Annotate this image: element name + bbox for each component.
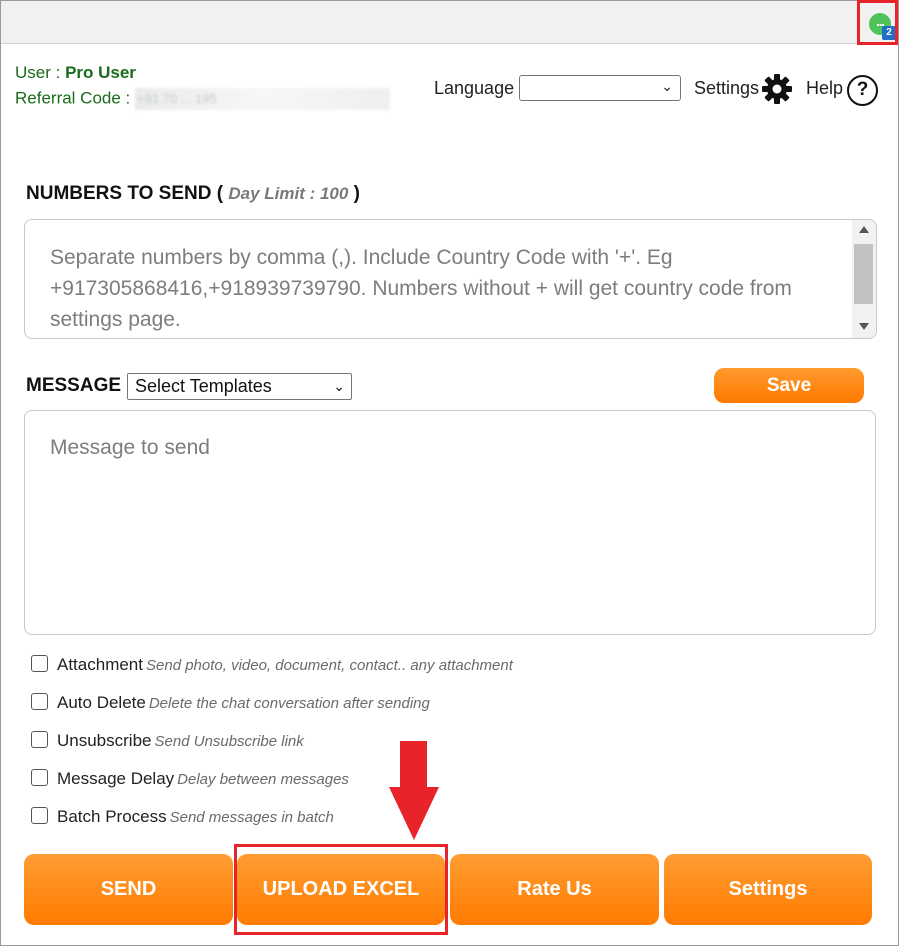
option-message-delay[interactable]: Message Delay Delay between messages (31, 769, 349, 789)
annotation-arrow-shaft (400, 741, 427, 789)
chevron-down-icon: ⌄ (661, 78, 673, 94)
numbers-textarea[interactable]: Separate numbers by comma (,). Include C… (24, 219, 877, 339)
save-button[interactable]: Save (714, 368, 864, 403)
help-icon[interactable]: ? (847, 75, 878, 106)
message-title: MESSAGE (26, 375, 122, 396)
chevron-down-icon: ⌄ (333, 378, 345, 394)
day-limit: Day Limit : 100 (228, 184, 349, 203)
option-description: Send messages in batch (169, 809, 334, 826)
numbers-title: NUMBERS TO SEND ( Day Limit : 100 ) (26, 183, 360, 205)
option-label: Batch Process (57, 807, 167, 826)
annotation-arrow-down-icon (389, 787, 439, 840)
attachment-checkbox[interactable] (31, 655, 48, 672)
option-label: Auto Delete (57, 693, 146, 712)
user-line: User : Pro User (15, 63, 136, 83)
referral-code: +91 70 ... 195 (135, 88, 390, 110)
send-button[interactable]: SEND (24, 854, 233, 925)
numbers-close-paren: ) (348, 183, 360, 204)
referral-label: Referral Code : (15, 88, 135, 108)
option-unsubscribe[interactable]: Unsubscribe Send Unsubscribe link (31, 731, 304, 751)
scroll-up-arrow-icon[interactable] (859, 226, 869, 233)
option-label: Message Delay (57, 769, 175, 788)
message-placeholder: Message to send (50, 436, 210, 459)
template-select[interactable]: Select Templates ⌄ (127, 373, 352, 400)
option-description: Send photo, video, document, contact.. a… (146, 657, 513, 674)
batch-process-checkbox[interactable] (31, 807, 48, 824)
browser-toolbar (1, 1, 898, 44)
referral-line: Referral Code : +91 70 ... 195 (15, 88, 390, 110)
scroll-down-arrow-icon[interactable] (859, 323, 869, 330)
option-description: Delay between messages (177, 771, 349, 788)
template-select-value: Select Templates (135, 376, 272, 396)
numbers-open-paren: ( (211, 183, 229, 204)
settings-button[interactable]: Settings (664, 854, 872, 925)
user-label: User : (15, 63, 66, 82)
auto-delete-checkbox[interactable] (31, 693, 48, 710)
user-value: Pro User (65, 63, 136, 82)
numbers-placeholder: Separate numbers by comma (,). Include C… (50, 246, 792, 331)
option-label: Unsubscribe (57, 731, 152, 750)
language-select[interactable]: ⌄ (519, 75, 681, 101)
unsubscribe-checkbox[interactable] (31, 731, 48, 748)
option-auto-delete[interactable]: Auto Delete Delete the chat conversation … (31, 693, 430, 713)
option-attachment[interactable]: Attachment Send photo, video, document, c… (31, 655, 513, 675)
numbers-title-text: NUMBERS TO SEND (26, 183, 212, 204)
scroll-thumb[interactable] (854, 244, 873, 304)
numbers-scrollbar[interactable] (852, 220, 876, 338)
upload-excel-highlight-box (234, 844, 448, 935)
extension-highlight-box (857, 0, 898, 45)
help-link-label[interactable]: Help (806, 78, 843, 99)
message-textarea[interactable]: Message to send (24, 410, 876, 635)
option-description: Delete the chat conversation after sendi… (148, 695, 430, 712)
language-label: Language (434, 78, 515, 98)
message-delay-checkbox[interactable] (31, 769, 48, 786)
option-batch-process[interactable]: Batch Process Send messages in batch (31, 807, 334, 827)
gear-icon[interactable] (761, 73, 793, 105)
option-label: Attachment (57, 655, 143, 674)
option-description: Send Unsubscribe link (154, 733, 304, 750)
settings-link-label[interactable]: Settings (694, 78, 759, 99)
rate-us-button[interactable]: Rate Us (450, 854, 659, 925)
